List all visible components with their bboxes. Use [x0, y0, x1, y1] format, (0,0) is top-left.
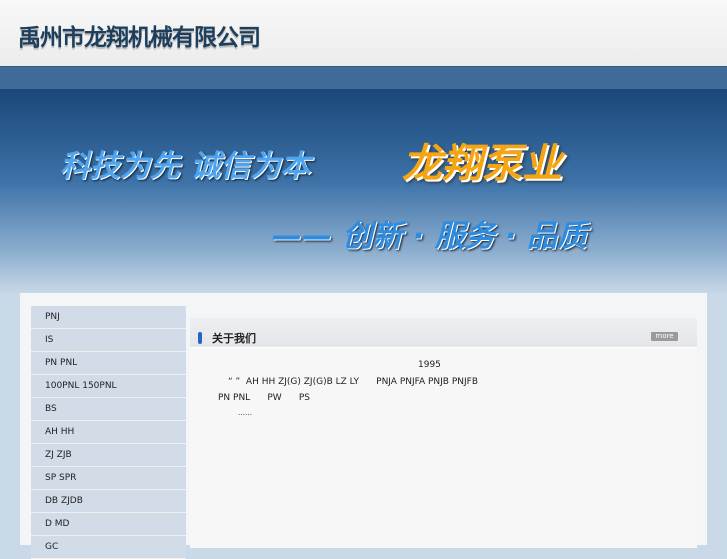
content-panel: PNJ IS PN PNL 100PNL 150PNL BS AH HH ZJ …: [20, 293, 707, 559]
sidebar-item[interactable]: D MD: [31, 513, 186, 536]
company-logo[interactable]: 禹州市龙翔机械有限公司: [18, 18, 261, 52]
sidebar-item[interactable]: ZJ ZJB: [31, 444, 186, 467]
sidebar-item[interactable]: PNJ: [31, 306, 186, 329]
bullet-icon: [198, 332, 202, 344]
about-text: 1995: [418, 360, 441, 370]
section-title: 关于我们: [212, 332, 256, 345]
header: 禹州市龙翔机械有限公司: [0, 0, 727, 66]
sidebar-item[interactable]: 100PNL 150PNL: [31, 375, 186, 398]
sidebar-item[interactable]: AH HH: [31, 421, 186, 444]
nav-band: [0, 66, 727, 89]
sidebar-item[interactable]: SP SPR: [31, 467, 186, 490]
more-button[interactable]: more: [651, 332, 678, 341]
product-sidebar: PNJ IS PN PNL 100PNL 150PNL BS AH HH ZJ …: [31, 306, 186, 559]
section-header: 关于我们 more: [190, 318, 697, 348]
banner-tagline: —— 创新 · 服务 · 品质: [272, 219, 588, 254]
banner: 科技为先 诚信为本 龙翔泵业 —— 创新 · 服务 · 品质: [0, 89, 727, 295]
banner-slogan: 科技为先 诚信为本: [60, 149, 311, 184]
sidebar-item[interactable]: IS: [31, 329, 186, 352]
about-ellipsis: ……: [238, 409, 252, 417]
sidebar-item[interactable]: PN PNL: [31, 352, 186, 375]
about-text: “ ” AH HH ZJ(G) ZJ(G)B LZ LY PNJA PNJFA …: [228, 377, 479, 387]
sidebar-item[interactable]: DB ZJDB: [31, 490, 186, 513]
banner-brand: 龙翔泵业: [402, 141, 562, 187]
sidebar-item[interactable]: GC: [31, 536, 186, 559]
about-section: 关于我们 more 1995 “ ” AH HH ZJ(G) ZJ(G)B LZ…: [190, 318, 697, 548]
sidebar-item[interactable]: BS: [31, 398, 186, 421]
about-text: PN PNL PW PS: [218, 393, 310, 403]
